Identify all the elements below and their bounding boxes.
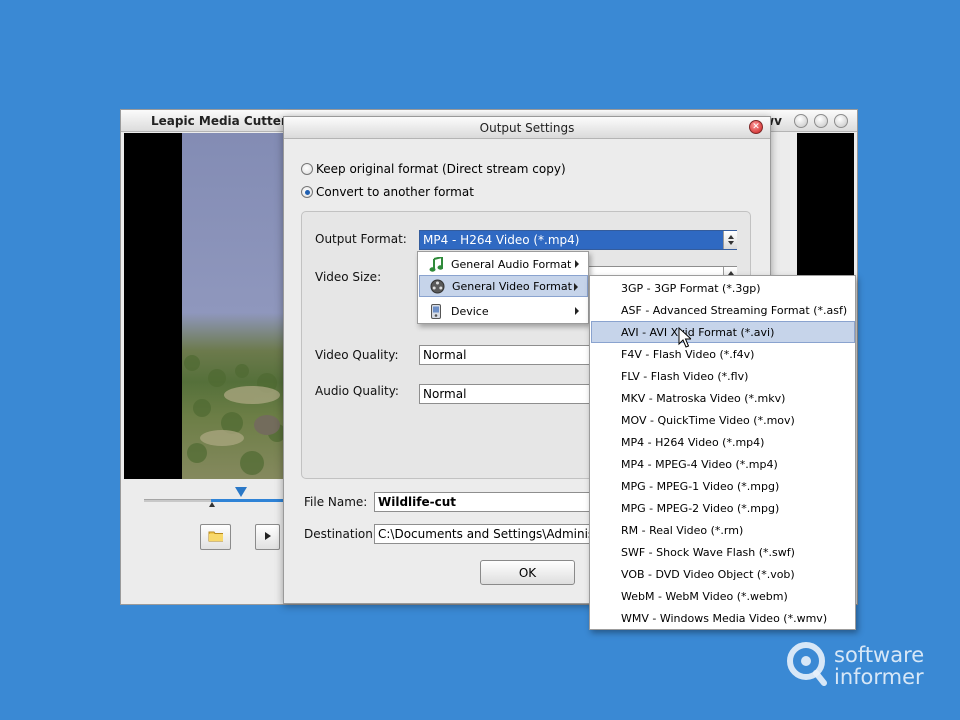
music-note-icon bbox=[428, 256, 444, 272]
file-name-label: File Name: bbox=[304, 495, 368, 509]
format-item-swf[interactable]: SWF - Shock Wave Flash (*.swf) bbox=[591, 541, 855, 563]
maximize-button[interactable] bbox=[814, 114, 828, 128]
format-item-vob[interactable]: VOB - DVD Video Object (*.vob) bbox=[591, 563, 855, 585]
menu-item-label: Device bbox=[451, 304, 489, 318]
convert-format-label: Convert to another format bbox=[316, 185, 474, 199]
video-quality-label: Video Quality: bbox=[315, 348, 399, 362]
folder-icon bbox=[208, 529, 224, 545]
output-format-value: MP4 - H264 Video (*.mp4) bbox=[423, 233, 580, 247]
video-quality-value: Normal bbox=[423, 348, 467, 362]
video-frame bbox=[182, 133, 285, 479]
format-category-menu: General Audio Format General Video Forma… bbox=[417, 251, 589, 324]
watermark-line2: informer bbox=[834, 664, 924, 689]
menu-item-general-video[interactable]: General Video Format bbox=[419, 275, 588, 297]
format-item-mpg-mpeg2[interactable]: MPG - MPEG-2 Video (*.mpg) bbox=[591, 497, 855, 519]
format-item-mpg-mpeg1[interactable]: MPG - MPEG-1 Video (*.mpg) bbox=[591, 475, 855, 497]
close-icon: ✕ bbox=[752, 121, 760, 132]
video-preview bbox=[124, 133, 285, 479]
format-item-mp4-h264[interactable]: MP4 - H264 Video (*.mp4) bbox=[591, 431, 855, 453]
play-button[interactable] bbox=[255, 524, 280, 550]
ok-button[interactable]: OK bbox=[480, 560, 575, 585]
film-reel-icon bbox=[429, 278, 445, 294]
format-item-rm[interactable]: RM - Real Video (*.rm) bbox=[591, 519, 855, 541]
keep-format-option[interactable]: Keep original format (Direct stream copy… bbox=[301, 162, 566, 176]
open-folder-button[interactable] bbox=[200, 524, 231, 550]
menu-item-general-audio[interactable]: General Audio Format bbox=[419, 253, 588, 275]
format-item-mp4-mpeg4[interactable]: MP4 - MPEG-4 Video (*.mp4) bbox=[591, 453, 855, 475]
audio-quality-label: Audio Quality: bbox=[315, 384, 399, 398]
menu-item-label: General Audio Format bbox=[451, 257, 572, 271]
close-button[interactable] bbox=[834, 114, 848, 128]
software-informer-logo-icon bbox=[786, 641, 828, 690]
format-item-avi[interactable]: AVI - AVI Xvid Format (*.avi) bbox=[591, 321, 855, 343]
video-size-label: Video Size: bbox=[315, 270, 382, 284]
keep-format-label: Keep original format (Direct stream copy… bbox=[316, 162, 566, 176]
format-item-mov[interactable]: MOV - QuickTime Video (*.mov) bbox=[591, 409, 855, 431]
format-item-f4v[interactable]: F4V - Flash Video (*.f4v) bbox=[591, 343, 855, 365]
output-format-spinner[interactable] bbox=[723, 231, 737, 249]
format-item-3gp[interactable]: 3GP - 3GP Format (*.3gp) bbox=[591, 277, 855, 299]
output-format-label: Output Format: bbox=[315, 232, 407, 246]
watermark-line1: software bbox=[834, 642, 925, 667]
format-item-asf[interactable]: ASF - Advanced Streaming Format (*.asf) bbox=[591, 299, 855, 321]
format-item-mkv[interactable]: MKV - Matroska Video (*.mkv) bbox=[591, 387, 855, 409]
file-name-value: Wildlife-cut bbox=[378, 495, 457, 509]
submenu-arrow-icon bbox=[574, 283, 578, 291]
format-item-wmv[interactable]: WMV - Windows Media Video (*.wmv) bbox=[591, 607, 855, 629]
menu-item-label: General Video Format bbox=[452, 279, 572, 293]
format-item-webm[interactable]: WebM - WebM Video (*.webm) bbox=[591, 585, 855, 607]
convert-format-option[interactable]: Convert to another format bbox=[301, 185, 474, 199]
keep-format-radio[interactable] bbox=[301, 163, 313, 175]
play-icon bbox=[264, 530, 272, 544]
dialog-title: Output Settings bbox=[479, 121, 575, 135]
main-window-title: Leapic Media Cutter - bbox=[151, 114, 296, 128]
video-format-submenu: 3GP - 3GP Format (*.3gp) ASF - Advanced … bbox=[589, 275, 856, 630]
dialog-titlebar: Output Settings ✕ bbox=[284, 117, 770, 139]
output-format-select[interactable]: MP4 - H264 Video (*.mp4) bbox=[419, 230, 737, 250]
device-icon bbox=[428, 303, 444, 319]
mouse-pointer-icon bbox=[678, 326, 693, 351]
destination-label: Destination: bbox=[304, 527, 377, 541]
menu-item-device[interactable]: Device bbox=[419, 300, 588, 322]
format-item-flv[interactable]: FLV - Flash Video (*.flv) bbox=[591, 365, 855, 387]
minimize-button[interactable] bbox=[794, 114, 808, 128]
submenu-arrow-icon bbox=[575, 307, 579, 315]
destination-value: C:\Documents and Settings\Administra bbox=[378, 527, 612, 541]
dialog-close-button[interactable]: ✕ bbox=[749, 120, 763, 134]
software-informer-watermark: software informer bbox=[786, 641, 924, 690]
timeline-playhead[interactable] bbox=[235, 487, 247, 497]
timeline-start-marker[interactable] bbox=[209, 502, 215, 507]
convert-format-radio[interactable] bbox=[301, 186, 313, 198]
audio-quality-value: Normal bbox=[423, 387, 467, 401]
submenu-arrow-icon bbox=[575, 260, 579, 268]
